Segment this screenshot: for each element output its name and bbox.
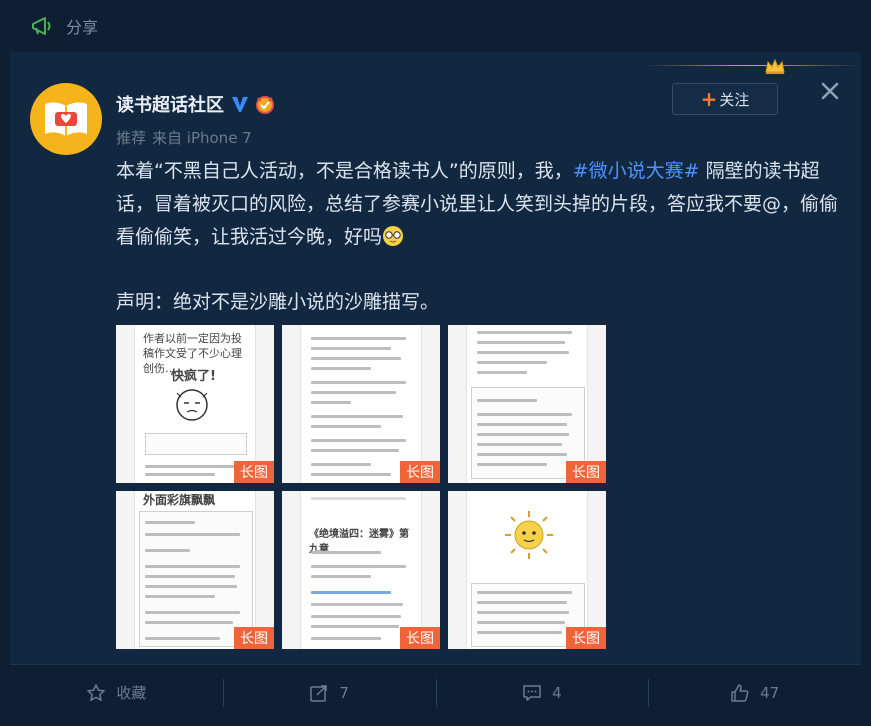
post-text: 本着“不黑自己人活动，不是合格读书人”的原则，我，#微小说大赛# 隔壁的读书超话… bbox=[116, 155, 846, 254]
comment-button[interactable]: 4 bbox=[435, 665, 649, 720]
post-meta: 推荐 来自 iPhone 7 bbox=[116, 127, 258, 148]
close-icon[interactable] bbox=[820, 81, 840, 101]
follow-label: 关注 bbox=[719, 90, 750, 109]
plus-icon: + bbox=[700, 87, 718, 111]
cartoon-sun-icon bbox=[505, 511, 553, 559]
post-statement: 声明：绝对不是沙雕小说的沙雕描写。 bbox=[116, 291, 440, 313]
username-row: 读书超话社区 bbox=[116, 91, 276, 117]
glasses-emoji-icon bbox=[383, 226, 404, 246]
thumbnail-5[interactable]: 《绝境溢四：迷雾》第九章 长图 bbox=[282, 491, 440, 649]
thumbnail-2[interactable]: 长图 bbox=[282, 325, 440, 483]
thumbnail-4[interactable]: 外面彩旗飘飘 长图 bbox=[116, 491, 274, 649]
comment-icon bbox=[523, 684, 541, 701]
thumbnail-art-text: 快疯了! bbox=[171, 369, 216, 384]
like-count: 47 bbox=[760, 683, 780, 702]
image-grid: 作者以前一定因为投稿作文受了不少心理创伤…… 快疯了! 长图 长图 长图 外面彩… bbox=[116, 325, 606, 650]
like-button[interactable]: 47 bbox=[648, 665, 861, 720]
avatar[interactable] bbox=[30, 83, 102, 155]
crown-icon bbox=[765, 58, 785, 74]
long-image-label: 长图 bbox=[566, 627, 606, 649]
decorative-gold-line bbox=[645, 65, 860, 66]
username[interactable]: 读书超话社区 bbox=[116, 91, 224, 117]
thumbnail-3[interactable]: 长图 bbox=[448, 325, 606, 483]
vip-medal-icon bbox=[256, 96, 274, 114]
long-image-label: 长图 bbox=[400, 461, 440, 483]
thumbnail-6[interactable]: 长图 bbox=[448, 491, 606, 649]
post-text-before: 本着“不黑自己人活动，不是合格读书人”的原则，我， bbox=[116, 160, 573, 182]
long-image-label: 长图 bbox=[234, 461, 274, 483]
thumbs-up-icon bbox=[731, 683, 749, 702]
repost-button[interactable]: 7 bbox=[222, 665, 436, 720]
book-logo-icon bbox=[45, 102, 87, 136]
share-label[interactable]: 分享 bbox=[66, 14, 98, 38]
cartoon-face-icon bbox=[176, 389, 208, 421]
action-bar: 收藏 7 4 47 bbox=[10, 665, 861, 720]
quote-box bbox=[145, 433, 247, 455]
hashtag-link[interactable]: #微小说大赛# bbox=[573, 160, 700, 182]
repost-icon bbox=[310, 684, 328, 702]
long-image-label: 长图 bbox=[400, 627, 440, 649]
verified-v-icon bbox=[232, 97, 248, 112]
comment-count: 4 bbox=[552, 683, 562, 702]
megaphone-icon[interactable] bbox=[30, 14, 54, 38]
thumbnail-1[interactable]: 作者以前一定因为投稿作文受了不少心理创伤…… 快疯了! 长图 bbox=[116, 325, 274, 483]
meta-recommend: 推荐 bbox=[116, 129, 147, 147]
long-image-label: 长图 bbox=[566, 461, 606, 483]
favorite-button[interactable]: 收藏 bbox=[10, 665, 223, 720]
thumbnail-caption: 外面彩旗飘飘 bbox=[143, 493, 216, 507]
long-image-label: 长图 bbox=[234, 627, 274, 649]
star-icon bbox=[87, 683, 106, 701]
meta-source: 来自 iPhone 7 bbox=[152, 129, 252, 147]
top-bar: 分享 bbox=[0, 0, 871, 52]
favorite-label: 收藏 bbox=[116, 684, 147, 702]
repost-count: 7 bbox=[339, 683, 349, 702]
follow-button[interactable]: + 关注 bbox=[672, 83, 778, 115]
